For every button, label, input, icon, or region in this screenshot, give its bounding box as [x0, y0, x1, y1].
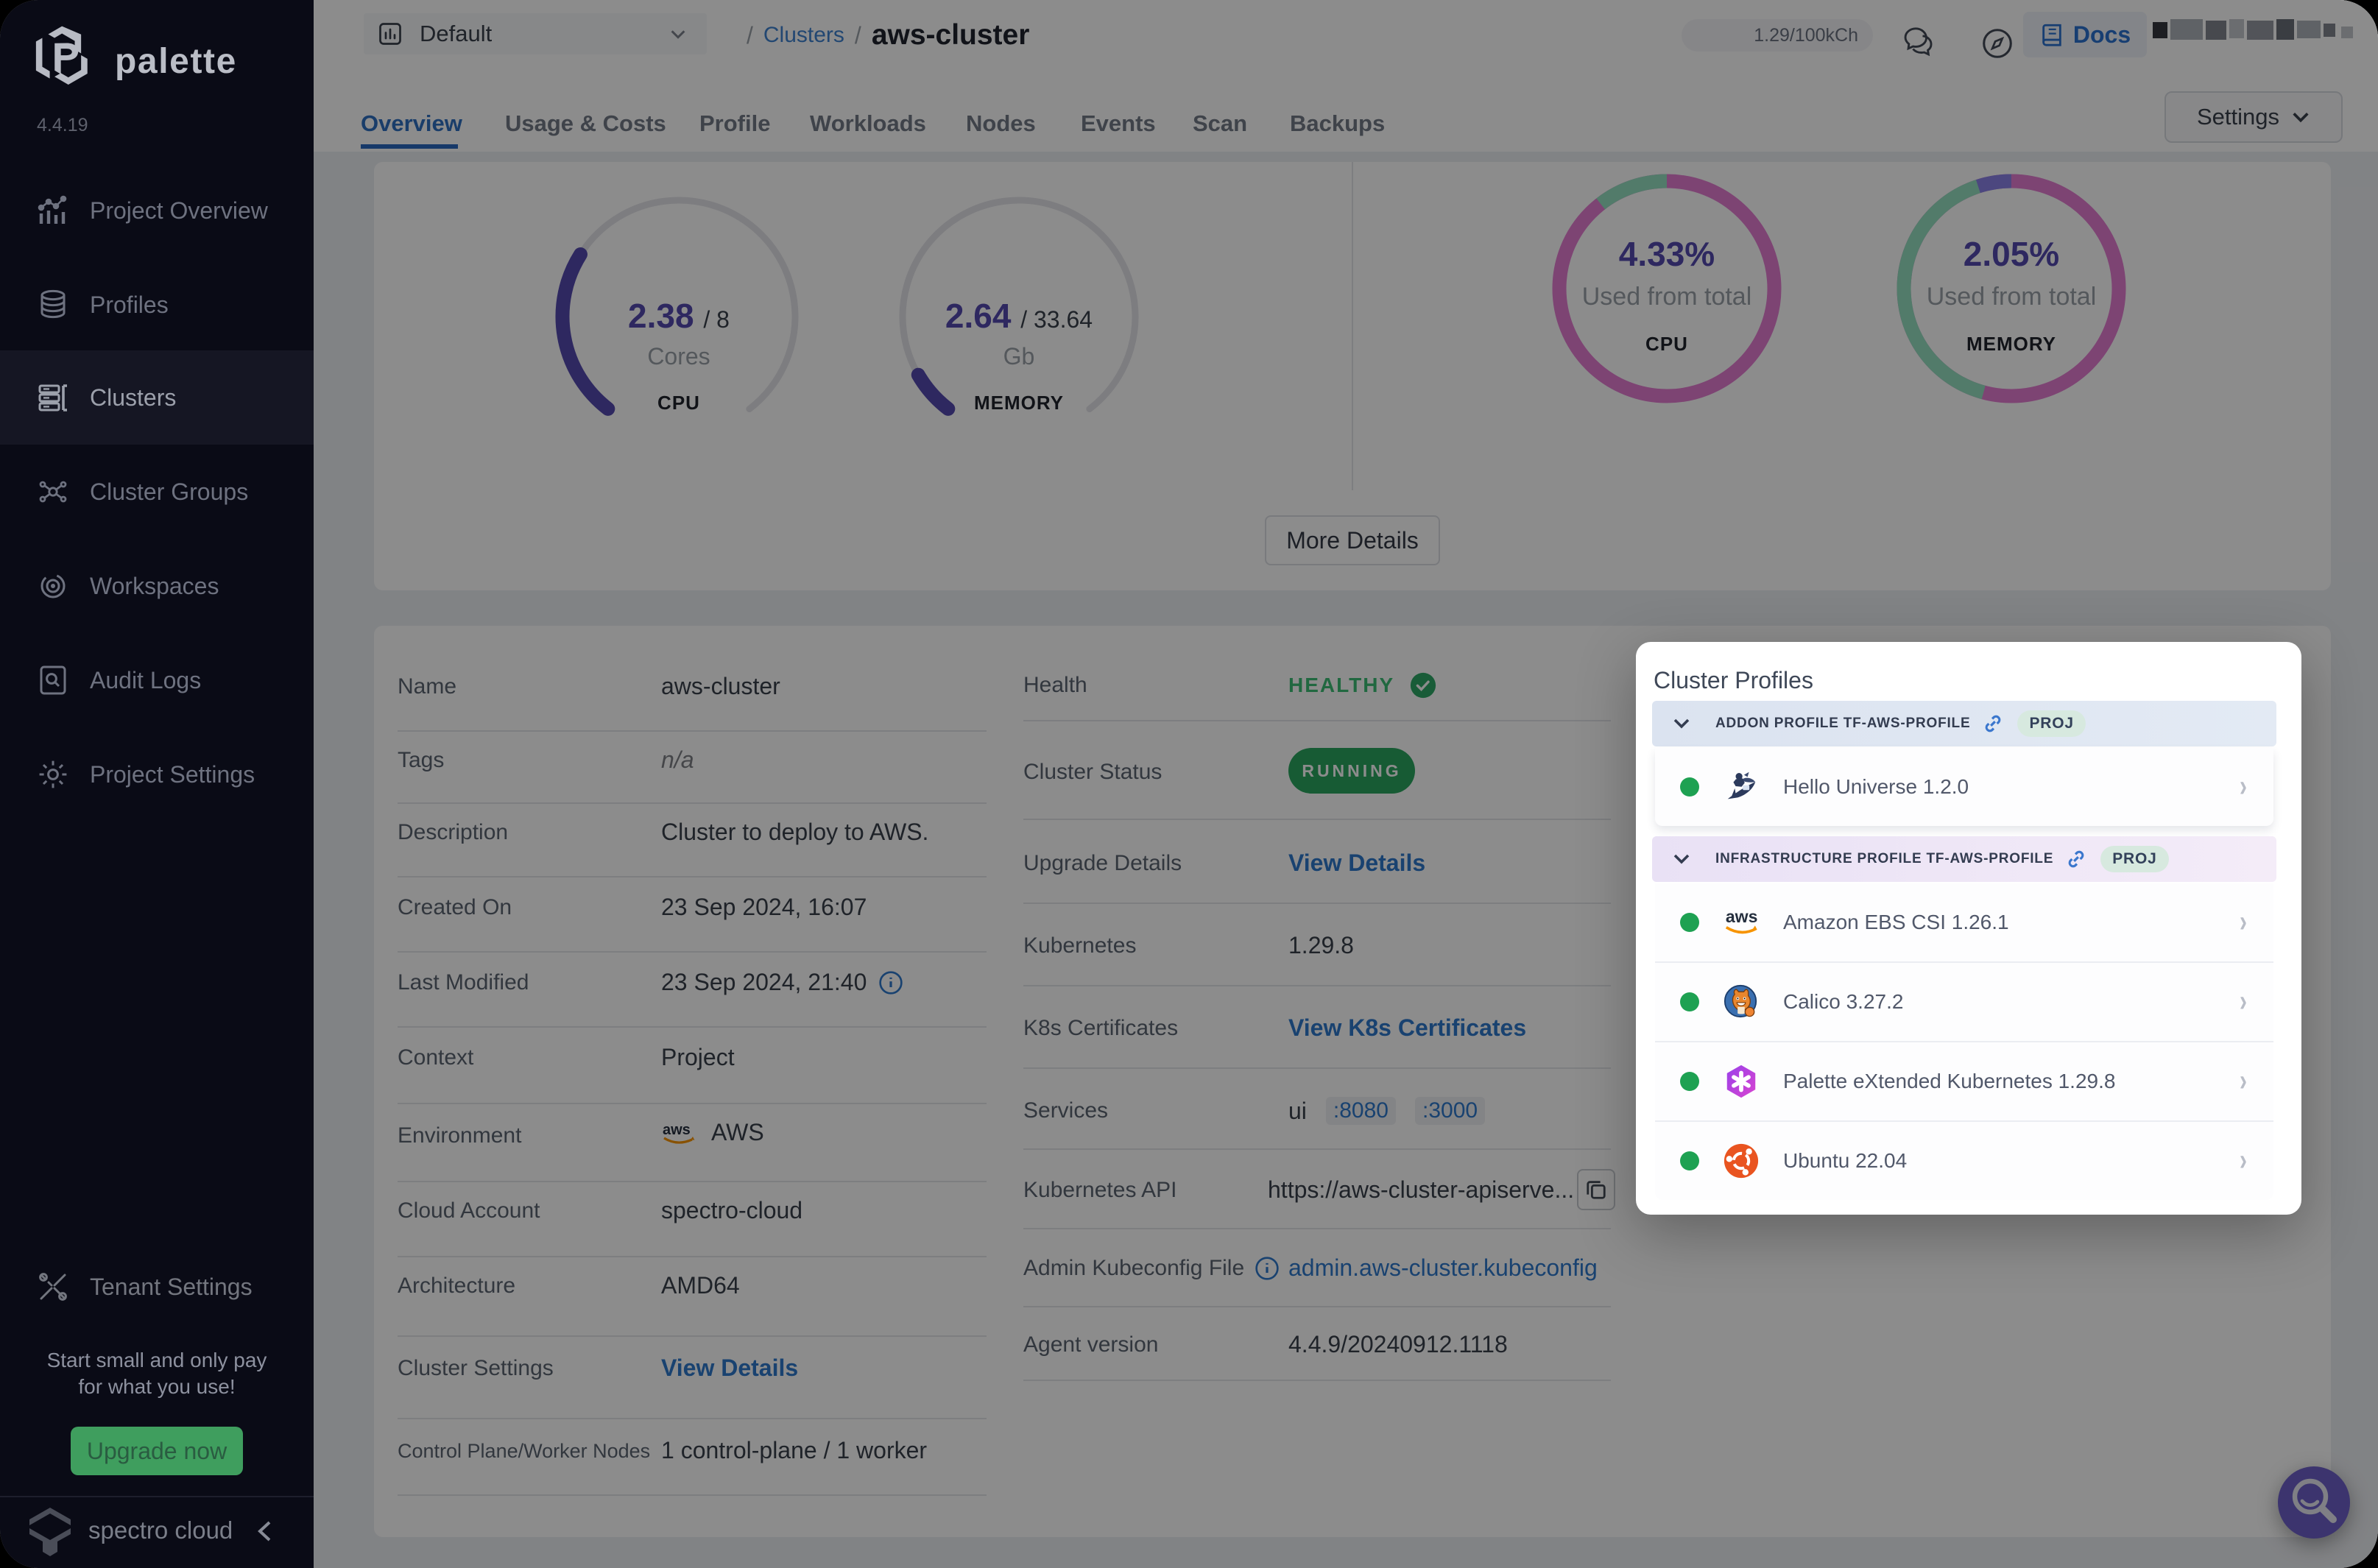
- svg-text:aws: aws: [1726, 907, 1758, 926]
